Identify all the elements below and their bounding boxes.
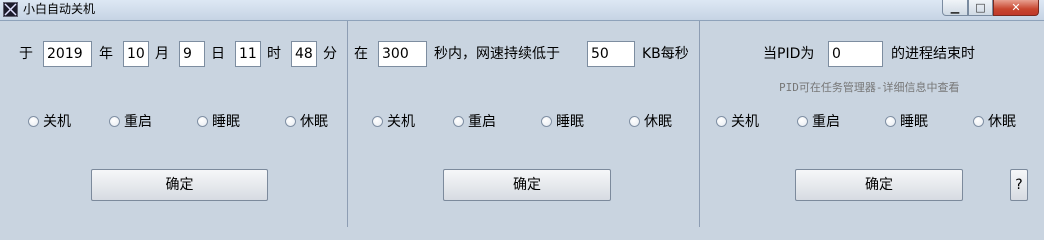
- x-mark-icon: [3, 2, 18, 17]
- year-unit: 年: [99, 46, 113, 62]
- radio-circle-icon: [885, 116, 896, 127]
- pid-suffix: 的进程结束时: [891, 46, 975, 62]
- network-panel: 在 秒内，网速持续低于 KB每秒 关机 重启 睡眠 休眠 确定: [348, 21, 700, 227]
- radio-circle-icon: [285, 116, 296, 127]
- network-action-group: 关机 重启 睡眠 休眠: [372, 112, 692, 132]
- radio-circle-icon: [372, 116, 383, 127]
- process-panel: 当PID为 的进程结束时 PID可在任务管理器-详细信息中查看 关机 重启 睡眠…: [700, 21, 1044, 227]
- schedule-action-group: 关机 重启 睡眠 休眠: [28, 112, 338, 132]
- radio-circle-icon: [109, 116, 120, 127]
- radio-circle-icon: [453, 116, 464, 127]
- radio-circle-icon: [716, 116, 727, 127]
- window-title: 小白自动关机: [23, 2, 96, 16]
- schedule-confirm-button[interactable]: 确定: [91, 169, 268, 201]
- day-input[interactable]: [179, 41, 205, 67]
- year-input[interactable]: [43, 41, 92, 67]
- close-button[interactable]: ✕: [993, 0, 1039, 16]
- month-unit: 月: [155, 46, 169, 62]
- radio-circle-icon: [541, 116, 552, 127]
- minute-unit: 分: [323, 46, 337, 62]
- maximize-button[interactable]: □: [968, 0, 993, 16]
- day-unit: 日: [211, 46, 225, 62]
- radio-circle-icon: [28, 116, 39, 127]
- minimize-button[interactable]: ▁: [942, 0, 968, 16]
- network-middle-text: 秒内，网速持续低于: [434, 46, 560, 62]
- speed-unit: KB每秒: [642, 46, 689, 62]
- schedule-panel: 于 年 月 日 时 分 关机 重启 睡眠 休眠 确定: [0, 21, 348, 227]
- radio-circle-icon: [797, 116, 808, 127]
- minute-input[interactable]: [291, 41, 317, 67]
- help-button[interactable]: ?: [1010, 169, 1028, 201]
- network-confirm-button[interactable]: 确定: [443, 169, 611, 201]
- month-input[interactable]: [123, 41, 149, 67]
- seconds-input[interactable]: [378, 41, 427, 67]
- speed-input[interactable]: [587, 41, 635, 67]
- hour-unit: 时: [267, 46, 281, 62]
- radio-circle-icon: [629, 116, 640, 127]
- pid-input[interactable]: [828, 41, 883, 67]
- pid-hint: PID可在任务管理器-详细信息中查看: [779, 81, 960, 94]
- process-confirm-button[interactable]: 确定: [795, 169, 963, 201]
- schedule-prefix: 于: [19, 46, 33, 62]
- radio-circle-icon: [197, 116, 208, 127]
- network-prefix: 在: [354, 46, 368, 62]
- process-action-group: 关机 重启 睡眠 休眠: [716, 112, 1036, 132]
- pid-prefix: 当PID为: [763, 46, 815, 62]
- radio-circle-icon: [973, 116, 984, 127]
- title-bar: 小白自动关机 ▁ □ ✕: [0, 0, 1044, 21]
- hour-input[interactable]: [235, 41, 261, 67]
